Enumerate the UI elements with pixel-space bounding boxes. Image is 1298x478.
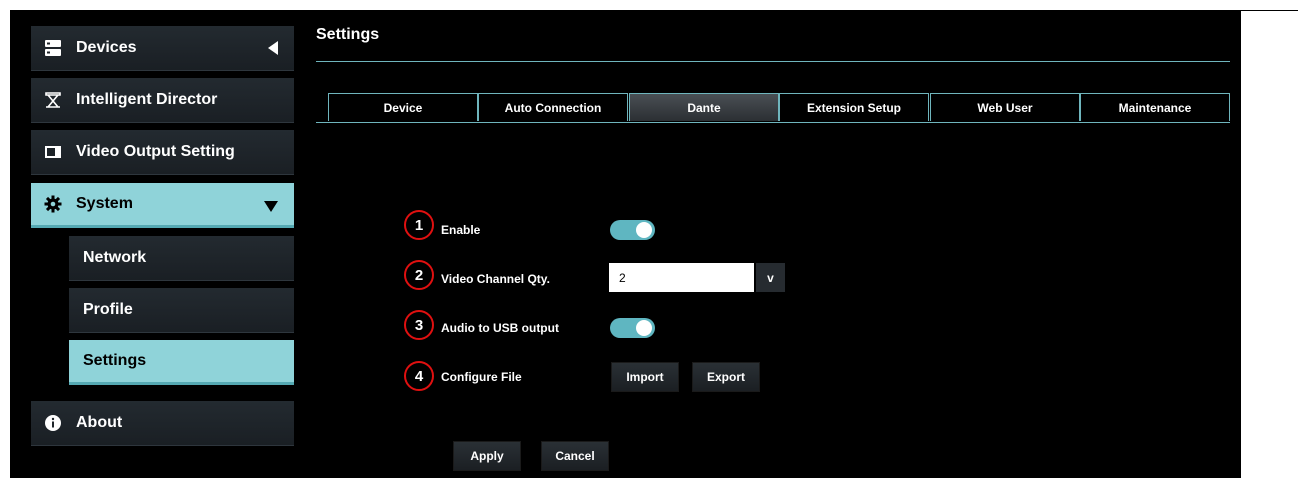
info-icon (44, 414, 62, 432)
tab-device[interactable]: Device (328, 93, 478, 121)
configure-file-label: Configure File (441, 370, 522, 384)
app-window: Devices Intelligent Director Video Outpu… (0, 0, 1241, 478)
sidebar-item-network[interactable]: Network (69, 236, 294, 281)
cancel-button[interactable]: Cancel (541, 441, 609, 471)
sidebar-item-profile[interactable]: Profile (69, 288, 294, 333)
tab-extension-setup[interactable]: Extension Setup (779, 93, 929, 121)
sidebar-item-label: Intelligent Director (76, 91, 218, 108)
enable-label: Enable (441, 223, 481, 237)
tab-dante[interactable]: Dante (629, 93, 779, 121)
import-button[interactable]: Import (611, 362, 679, 392)
page-title: Settings (316, 26, 380, 43)
gear-icon (44, 195, 62, 213)
sidebar-item-video-output-setting[interactable]: Video Output Setting (31, 130, 294, 175)
server-icon (44, 39, 62, 57)
sidebar-item-about[interactable]: About (31, 401, 294, 446)
video-channel-label: Video Channel Qty. (441, 272, 550, 286)
sidebar-item-label: Video Output Setting (76, 143, 235, 160)
enable-toggle[interactable] (610, 220, 655, 240)
sidebar-item-devices[interactable]: Devices (31, 26, 294, 71)
step-marker-2: 2 (404, 260, 434, 290)
sidebar-item-intelligent-director[interactable]: Intelligent Director (31, 78, 294, 123)
toggle-knob (636, 320, 652, 336)
step-marker-4: 4 (404, 361, 434, 391)
sidebar-item-label: Settings (83, 352, 147, 369)
sidebar-item-label: Devices (76, 39, 137, 56)
expand-down-icon (264, 201, 278, 212)
tab-maintenance[interactable]: Maintenance (1080, 93, 1230, 121)
chevron-down-icon[interactable]: v (756, 263, 785, 292)
toggle-knob (636, 222, 652, 238)
sidebar-item-settings[interactable]: Settings (69, 340, 294, 385)
sidebar-item-system[interactable]: System (31, 183, 294, 228)
audio-usb-label: Audio to USB output (441, 321, 559, 335)
step-marker-1: 1 (404, 210, 434, 240)
title-divider (316, 61, 1230, 62)
tab-auto-connection[interactable]: Auto Connection (478, 93, 628, 121)
video-channel-select[interactable]: 2 (609, 263, 754, 292)
monitor-icon (44, 143, 62, 161)
sidebar-item-label: About (76, 414, 123, 431)
export-button[interactable]: Export (692, 362, 760, 392)
sidebar-item-label: Network (83, 249, 147, 266)
director-chair-icon (44, 91, 62, 109)
sidebar-item-label: Profile (83, 301, 133, 318)
audio-usb-toggle[interactable] (610, 318, 655, 338)
step-marker-3: 3 (404, 310, 434, 340)
tab-bar: Device Auto Connection Dante Extension S… (316, 93, 1230, 123)
sidebar-item-label: System (76, 195, 133, 212)
tab-web-user[interactable]: Web User (930, 93, 1080, 121)
collapse-left-icon (268, 41, 278, 55)
apply-button[interactable]: Apply (453, 441, 521, 471)
